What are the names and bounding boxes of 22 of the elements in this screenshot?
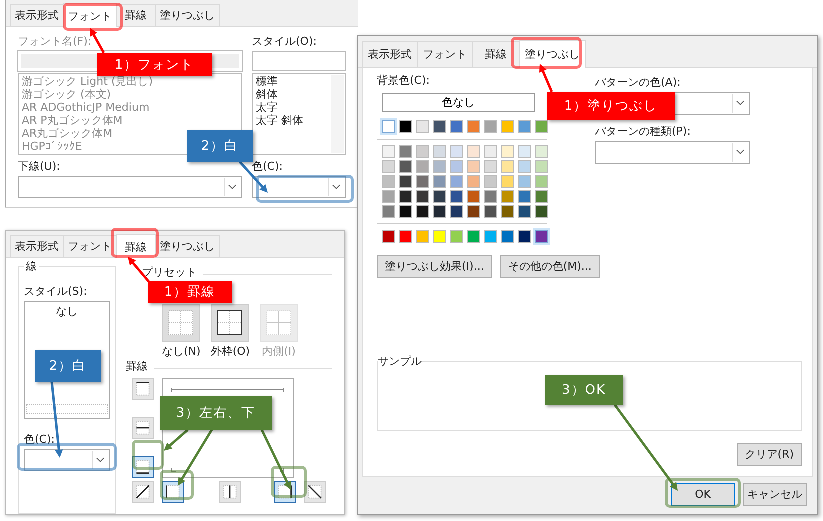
section-label: 罫線	[126, 360, 148, 374]
field-label: 色(C):	[252, 160, 283, 174]
field-label: スタイル(S):	[24, 285, 88, 299]
callout-tooltip: 2）白	[35, 350, 101, 382]
field-label: 背景色(C):	[377, 74, 430, 88]
preset-label: なし(N)	[162, 345, 201, 358]
callout-tooltip: 1）フォント	[97, 53, 212, 76]
field-label: パターンの色(A):	[595, 76, 681, 90]
preset-label: 外枠(O)	[210, 345, 250, 358]
field-label: 下線(U):	[18, 160, 60, 174]
callout-tooltip: 3）左右、下	[160, 396, 272, 430]
field-label: 色(C):	[24, 433, 55, 447]
callout-tooltip: 1）塗りつぶし	[547, 92, 675, 120]
field-label: パターンの種類(P):	[595, 125, 691, 139]
callout-tooltip: 2）白	[187, 130, 253, 162]
group-title: 線	[24, 260, 39, 273]
field-label: スタイル(O):	[252, 35, 317, 49]
field-label: フォント名(F):	[18, 35, 92, 49]
callout-tooltip: 3）OK	[545, 375, 623, 405]
group-title: サンプル	[378, 355, 422, 368]
preset-label: 内側(I)	[262, 345, 296, 358]
callout-tooltip: 1）罫線	[148, 281, 232, 303]
